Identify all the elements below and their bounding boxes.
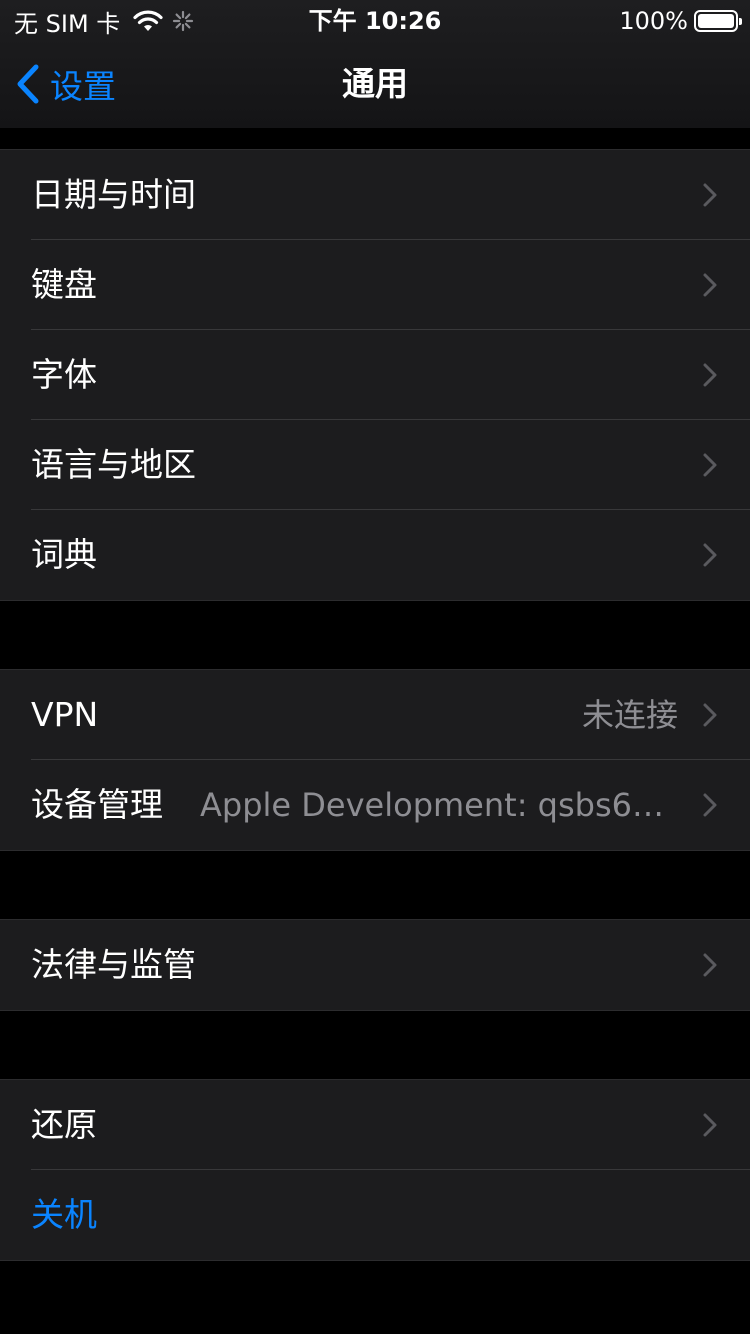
row-label: 日期与时间 [31,175,196,214]
row-label: 设备管理 [31,785,163,824]
row-shut-down[interactable]: 关机 [0,1170,750,1260]
status-bar: 无 SIM 卡 下午 10:26 100% [0,0,750,40]
status-right: 100% [619,4,742,38]
chevron-right-icon [703,273,717,297]
row-dictionary[interactable]: 词典 [0,510,750,600]
chevron-right-icon [703,543,717,567]
page-title: 通用 [342,64,408,103]
row-legal-regulatory[interactable]: 法律与监管 [0,920,750,1010]
row-label: 法律与监管 [31,945,196,984]
device-management-value: Apple Development: qsbs623... [200,786,678,824]
battery-percentage: 100% [619,7,688,35]
chevron-right-icon [703,703,717,727]
row-keyboard[interactable]: 键盘 [0,240,750,330]
row-label: 词典 [31,535,97,574]
settings-group-general: 日期与时间 键盘 字体 语言与地区 词典 [0,149,750,601]
row-reset[interactable]: 还原 [0,1080,750,1170]
chevron-right-icon [703,363,717,387]
chevron-right-icon [703,953,717,977]
row-label: 字体 [31,355,97,394]
navigation-header: 无 SIM 卡 下午 10:26 100% 设置 通用 [0,0,750,128]
row-date-time[interactable]: 日期与时间 [0,150,750,240]
chevron-right-icon [703,183,717,207]
settings-group-network: VPN 未连接 设备管理 Apple Development: qsbs623.… [0,669,750,851]
chevron-right-icon [703,793,717,817]
chevron-right-icon [703,1113,717,1137]
row-device-management[interactable]: 设备管理 Apple Development: qsbs623... [0,760,750,850]
row-label: 键盘 [31,265,97,304]
chevron-right-icon [703,453,717,477]
battery-fill [698,14,734,28]
settings-group-legal: 法律与监管 [0,919,750,1011]
row-label: 语言与地区 [31,445,196,484]
row-vpn[interactable]: VPN 未连接 [0,670,750,760]
row-label: 还原 [31,1105,97,1144]
shut-down-button[interactable]: 关机 [31,1170,97,1260]
battery-nub [739,18,742,25]
vpn-status-value: 未连接 [581,696,678,734]
settings-group-reset: 还原 关机 [0,1079,750,1261]
row-fonts[interactable]: 字体 [0,330,750,420]
row-language-region[interactable]: 语言与地区 [0,420,750,510]
row-label: VPN [31,695,99,734]
battery-icon [694,10,742,32]
